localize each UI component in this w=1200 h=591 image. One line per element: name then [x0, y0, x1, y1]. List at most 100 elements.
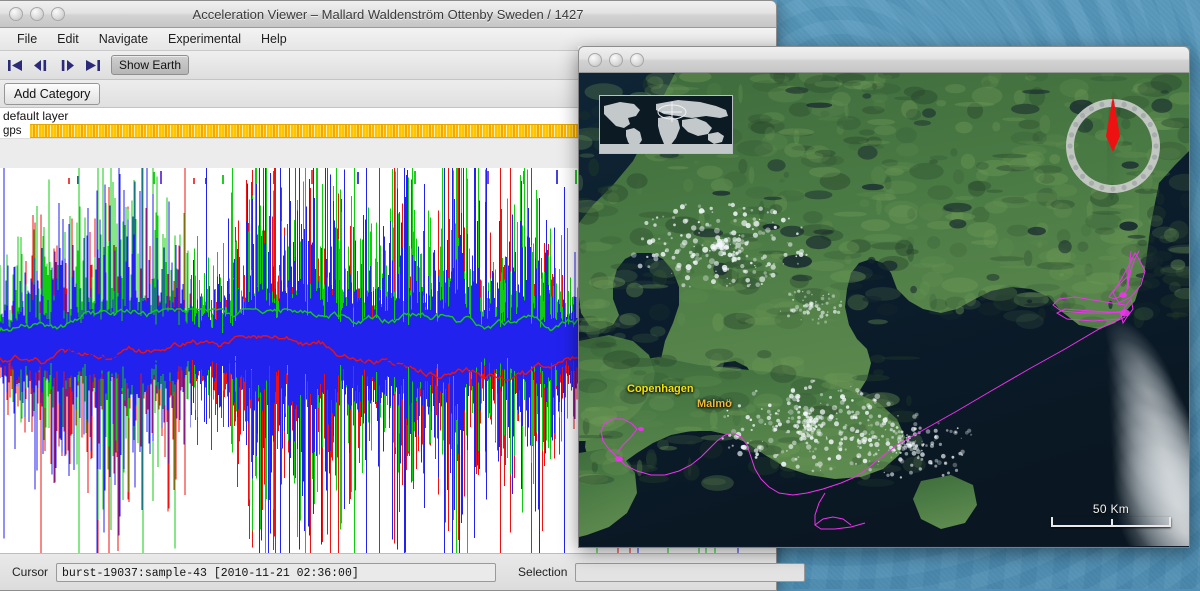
urban-speckle	[854, 431, 857, 434]
map-close-button[interactable]	[588, 52, 602, 67]
terrain-mottle	[693, 388, 700, 399]
compass-control[interactable]	[1057, 90, 1169, 202]
urban-speckle	[835, 454, 842, 461]
zoom-button[interactable]	[51, 7, 65, 21]
urban-speckle	[815, 425, 818, 429]
urban-speckle	[877, 449, 880, 452]
urban-speckle	[913, 446, 917, 451]
urban-speckle	[788, 409, 794, 415]
urban-speckle	[956, 427, 959, 430]
menu-help[interactable]: Help	[252, 30, 296, 48]
selection-value[interactable]	[575, 562, 806, 582]
urban-speckle	[819, 415, 825, 421]
urban-speckle	[754, 389, 758, 393]
cloud-speckle	[791, 294, 793, 296]
urban-speckle	[827, 457, 831, 461]
cloud-speckle	[734, 252, 738, 256]
urban-speckle	[913, 427, 917, 431]
urban-speckle	[834, 421, 839, 427]
urban-speckle	[879, 423, 884, 428]
urban-speckle	[786, 401, 791, 406]
urban-speckle	[891, 436, 894, 439]
urban-speckle	[806, 444, 812, 450]
urban-speckle	[934, 464, 938, 468]
map-minimize-button[interactable]	[609, 52, 623, 67]
compass-tick	[1080, 173, 1086, 179]
terrain-mottle	[753, 393, 783, 411]
lake	[861, 183, 884, 191]
cloud-speckle	[688, 285, 691, 288]
urban-speckle	[796, 395, 800, 398]
world-minimap[interactable]	[599, 95, 733, 154]
terrain-mottle	[649, 303, 670, 321]
compass-tick	[1153, 143, 1159, 149]
map-zoom-button[interactable]	[630, 52, 644, 67]
cloud-speckle	[717, 241, 724, 248]
map-view[interactable]: Copenhagen Malmö 50 Km	[578, 73, 1190, 548]
cloud-speckle	[753, 220, 760, 227]
cloud-speckle	[741, 220, 748, 227]
cloud-speckle	[741, 234, 745, 238]
skip-to-start-icon[interactable]	[6, 58, 23, 73]
cloud-speckle	[672, 216, 676, 220]
lake	[762, 223, 780, 230]
urban-speckle	[896, 437, 902, 442]
terrain-mottle	[626, 173, 648, 189]
cloud-speckle	[686, 268, 691, 273]
cloud-speckle	[731, 253, 735, 257]
terrain-mottle	[927, 185, 953, 200]
cloud-speckle	[731, 256, 737, 262]
urban-speckle	[819, 409, 826, 415]
urban-speckle	[909, 470, 913, 475]
cloud-speckle	[693, 245, 695, 248]
urban-speckle	[851, 410, 854, 414]
terrain-mottle	[696, 165, 723, 180]
close-button[interactable]	[9, 7, 23, 21]
terrain-mottle	[693, 160, 699, 165]
menu-experimental[interactable]: Experimental	[159, 30, 250, 48]
terrain-mottle	[1015, 313, 1044, 329]
show-earth-button[interactable]: Show Earth	[111, 55, 190, 75]
urban-speckle	[867, 452, 872, 456]
compass-tick	[1080, 113, 1086, 119]
urban-speckle	[868, 468, 872, 472]
menu-edit[interactable]: Edit	[48, 30, 88, 48]
cloud-speckle	[701, 244, 704, 247]
cloud-speckle	[644, 221, 649, 225]
map-window-titlebar[interactable]	[578, 46, 1190, 73]
cloud-speckle	[709, 206, 713, 211]
menu-file[interactable]: File	[8, 30, 46, 48]
add-category-button[interactable]: Add Category	[4, 82, 101, 105]
urban-speckle	[844, 448, 847, 451]
minimize-button[interactable]	[30, 7, 44, 21]
cursor-value[interactable]: burst-19037:sample-43 [2010-11-21 02:36:…	[56, 562, 497, 582]
urban-speckle	[804, 386, 808, 390]
urban-speckle	[776, 453, 779, 456]
urban-speckle	[808, 385, 812, 390]
urban-speckle	[787, 417, 791, 420]
terrain-mottle	[653, 241, 670, 245]
main-window-titlebar[interactable]: Acceleration Viewer – Mallard Waldenströ…	[0, 0, 777, 28]
terrain-mottle	[1090, 75, 1128, 82]
step-forward-icon[interactable]	[58, 58, 75, 73]
cloud-speckle	[825, 313, 829, 317]
terrain-mottle	[768, 298, 795, 309]
menu-navigate[interactable]: Navigate	[90, 30, 157, 48]
window-controls[interactable]	[0, 7, 65, 21]
skip-to-end-icon[interactable]	[84, 58, 101, 73]
urban-speckle	[801, 414, 803, 416]
cloud-speckle	[764, 274, 768, 278]
step-back-icon[interactable]	[32, 58, 49, 73]
terrain-mottle	[960, 153, 976, 169]
lake	[1011, 103, 1040, 115]
terrain-mottle	[992, 153, 1028, 159]
compass-tick	[1140, 113, 1146, 119]
terrain-mottle	[875, 144, 884, 149]
map-window-controls[interactable]	[579, 52, 644, 67]
terrain-mottle	[748, 166, 755, 184]
cloud-speckle	[838, 303, 842, 308]
cloud-speckle	[826, 311, 829, 313]
cloud-speckle	[760, 282, 763, 286]
urban-speckle	[760, 408, 763, 410]
status-bar: Cursor burst-19037:sample-43 [2010-11-21…	[0, 553, 806, 590]
